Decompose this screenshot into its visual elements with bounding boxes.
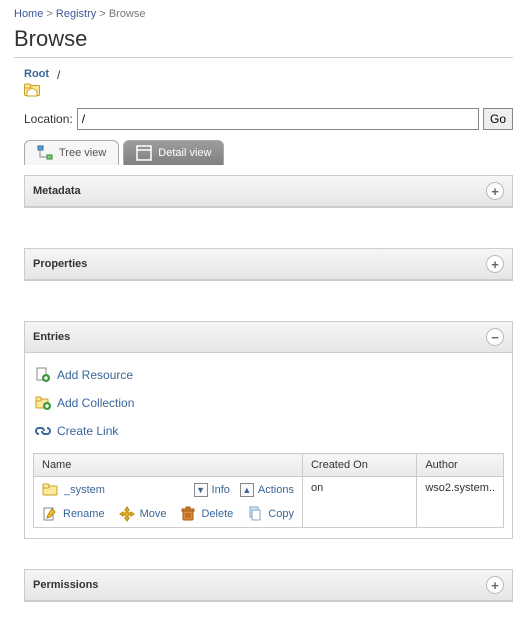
breadcrumb-sep: > xyxy=(46,8,52,20)
expand-icon[interactable]: + xyxy=(486,576,504,594)
delete-action[interactable]: Delete xyxy=(180,506,233,522)
add-resource-label: Add Resource xyxy=(57,368,133,382)
location-label: Location: xyxy=(24,112,73,126)
create-link-link[interactable]: Create Link xyxy=(35,423,502,439)
info-action[interactable]: ▼ Info xyxy=(194,483,230,497)
panel-entries-header[interactable]: Entries − xyxy=(25,322,512,353)
cell-author: wso2.system.. xyxy=(417,477,504,528)
add-collection-link[interactable]: Add Collection xyxy=(35,395,502,411)
add-resource-link[interactable]: Add Resource xyxy=(35,367,502,383)
move-label: Move xyxy=(140,508,167,520)
table-header-row: Name Created On Author xyxy=(34,454,504,477)
tab-detail-view-label: Detail view xyxy=(158,147,211,159)
delete-icon xyxy=(180,506,196,522)
rename-icon xyxy=(42,506,58,522)
expand-icon[interactable]: + xyxy=(486,255,504,273)
breadcrumb: Home > Registry > Browse xyxy=(14,8,513,20)
create-link-icon xyxy=(35,423,51,439)
col-created: Created On xyxy=(302,454,416,477)
tab-tree-view-label: Tree view xyxy=(59,147,106,159)
collapse-icon[interactable]: − xyxy=(486,328,504,346)
detail-icon xyxy=(136,145,152,161)
tab-tree-view[interactable]: Tree view xyxy=(24,140,119,165)
panel-properties-title: Properties xyxy=(33,258,87,270)
rename-action[interactable]: Rename xyxy=(42,506,105,522)
breadcrumb-current: Browse xyxy=(109,8,146,20)
panel-entries-body: Add Resource Add Collection Create Link … xyxy=(25,353,512,538)
col-name: Name xyxy=(34,454,303,477)
table-row: _system ▼ Info ▲ Actions xyxy=(34,477,504,528)
move-action[interactable]: Move xyxy=(119,506,167,522)
panel-permissions: Permissions + xyxy=(24,569,513,602)
panel-metadata-title: Metadata xyxy=(33,185,81,197)
root-label[interactable]: Root xyxy=(24,68,49,80)
panel-metadata-header[interactable]: Metadata + xyxy=(25,176,512,207)
move-icon xyxy=(119,506,135,522)
root-path: Root / xyxy=(24,68,513,98)
info-label: Info xyxy=(212,484,230,496)
breadcrumb-home[interactable]: Home xyxy=(14,8,43,20)
breadcrumb-sep: > xyxy=(99,8,105,20)
tab-detail-view[interactable]: Detail view xyxy=(123,140,224,165)
tree-icon xyxy=(37,145,53,161)
panel-entries: Entries − Add Resource Add Collection Cr… xyxy=(24,321,513,539)
panel-properties-header[interactable]: Properties + xyxy=(25,249,512,280)
panel-entries-title: Entries xyxy=(33,331,70,343)
cell-created: on xyxy=(302,477,416,528)
entry-name[interactable]: _system xyxy=(64,484,105,496)
col-author: Author xyxy=(417,454,504,477)
add-resource-icon xyxy=(35,367,51,383)
folder-icon xyxy=(42,482,58,498)
breadcrumb-registry[interactable]: Registry xyxy=(56,8,96,20)
panel-permissions-title: Permissions xyxy=(33,579,98,591)
copy-label: Copy xyxy=(268,508,294,520)
add-collection-icon xyxy=(35,395,51,411)
add-collection-label: Add Collection xyxy=(57,396,134,410)
create-link-label: Create Link xyxy=(57,424,118,438)
copy-icon xyxy=(247,506,263,522)
chevron-down-icon: ▼ xyxy=(194,483,208,497)
location-row: Location: Go xyxy=(24,108,513,130)
rename-label: Rename xyxy=(63,508,105,520)
panel-properties: Properties + xyxy=(24,248,513,281)
panel-metadata: Metadata + xyxy=(24,175,513,208)
panel-permissions-header[interactable]: Permissions + xyxy=(25,570,512,601)
root-slash: / xyxy=(57,68,60,82)
actions-label: Actions xyxy=(258,484,294,496)
folder-home-icon xyxy=(24,82,40,98)
page-title: Browse xyxy=(14,26,513,58)
entries-table: Name Created On Author _system xyxy=(33,453,504,528)
location-input[interactable] xyxy=(77,108,479,130)
go-button[interactable]: Go xyxy=(483,108,513,130)
actions-action[interactable]: ▲ Actions xyxy=(240,483,294,497)
delete-label: Delete xyxy=(201,508,233,520)
copy-action[interactable]: Copy xyxy=(247,506,294,522)
view-tabs: Tree view Detail view xyxy=(24,140,513,165)
chevron-up-icon: ▲ xyxy=(240,483,254,497)
expand-icon[interactable]: + xyxy=(486,182,504,200)
